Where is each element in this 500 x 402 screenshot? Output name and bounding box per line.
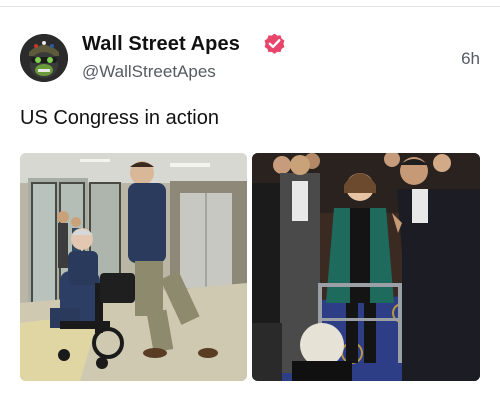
verified-badge-icon [264,33,285,54]
gorilla-avatar-icon [20,34,68,82]
avatar[interactable] [20,34,68,82]
media-image-2[interactable] [252,153,480,381]
author-name[interactable]: Wall Street Apes [82,33,240,56]
author-handle[interactable]: @WallStreetApes [82,62,216,82]
post-card: Wall Street Apes @WallStreetApes 6h US C… [0,0,500,402]
photo-walker-chamber [252,153,480,381]
post-text: US Congress in action [20,107,219,129]
media-image-1[interactable] [20,153,247,381]
divider [0,6,500,7]
photo-wheelchair-hallway [20,153,247,381]
post-timestamp[interactable]: 6h [461,49,480,69]
